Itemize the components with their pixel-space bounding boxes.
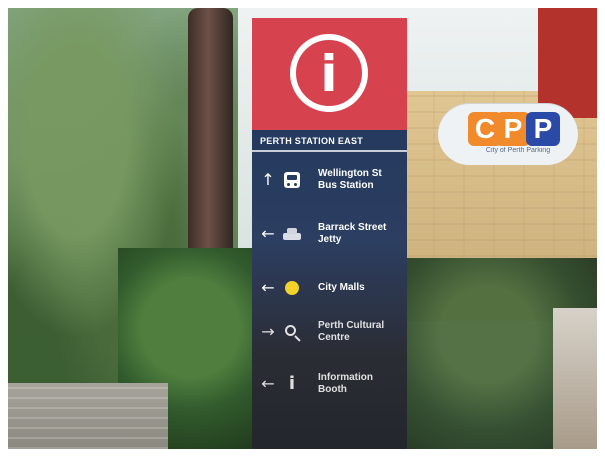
sign-row-information-booth: ← i Information Booth — [260, 368, 407, 408]
cpp-subtext: City of Perth Parking — [485, 147, 551, 154]
sign-row-label: Wellington St Bus Station — [318, 168, 382, 191]
sign-row-label: City Malls — [318, 282, 365, 293]
city-of-perth-parking-sign: C P P City of Perth Parking — [438, 103, 578, 165]
sign-row-label: Barrack Street Jetty — [318, 222, 387, 245]
photo: C P P City of Perth Parking i PERTH STAT… — [8, 8, 597, 449]
sign-row-bus: ↑ Wellington St Bus Station — [260, 164, 407, 204]
cpp-letter-p-1: P — [496, 112, 530, 146]
sign-row-label: Information Booth — [318, 372, 373, 395]
sign-panel: PERTH STATION EAST ↑ Wellington St Bus S… — [252, 130, 407, 449]
left-arrow-icon: ← — [261, 374, 275, 393]
left-arrow-icon: ← — [261, 224, 275, 243]
left-arrow-icon: ← — [261, 278, 275, 297]
sign-row-city-malls: ← City Malls — [260, 272, 407, 312]
sign-row-jetty: ← Barrack Street Jetty — [260, 218, 407, 258]
sign-row-cultural-centre: → Perth Cultural Centre — [260, 316, 407, 356]
info-icon: i — [290, 34, 368, 112]
ferry-icon — [282, 224, 302, 244]
sign-row-label: Perth Cultural Centre — [318, 320, 385, 343]
wayfinding-sign: i PERTH STATION EAST ↑ Wellington St Bus… — [252, 18, 407, 449]
city-malls-dot-icon — [282, 278, 302, 298]
right-arrow-icon: → — [261, 322, 275, 341]
sign-divider — [252, 150, 407, 152]
sign-top-red: i — [252, 18, 407, 130]
stone-column — [553, 308, 597, 449]
info-glyph: i — [320, 45, 338, 103]
up-arrow-icon: ↑ — [261, 170, 275, 189]
information-icon: i — [288, 373, 296, 394]
palm-trunk — [188, 8, 233, 258]
cultural-centre-icon — [282, 322, 302, 342]
stairs — [8, 383, 168, 449]
sign-header: PERTH STATION EAST — [260, 136, 364, 146]
cpp-letter-p-2: P — [526, 112, 560, 146]
red-roof-detail — [538, 8, 597, 118]
bus-icon — [282, 170, 302, 190]
